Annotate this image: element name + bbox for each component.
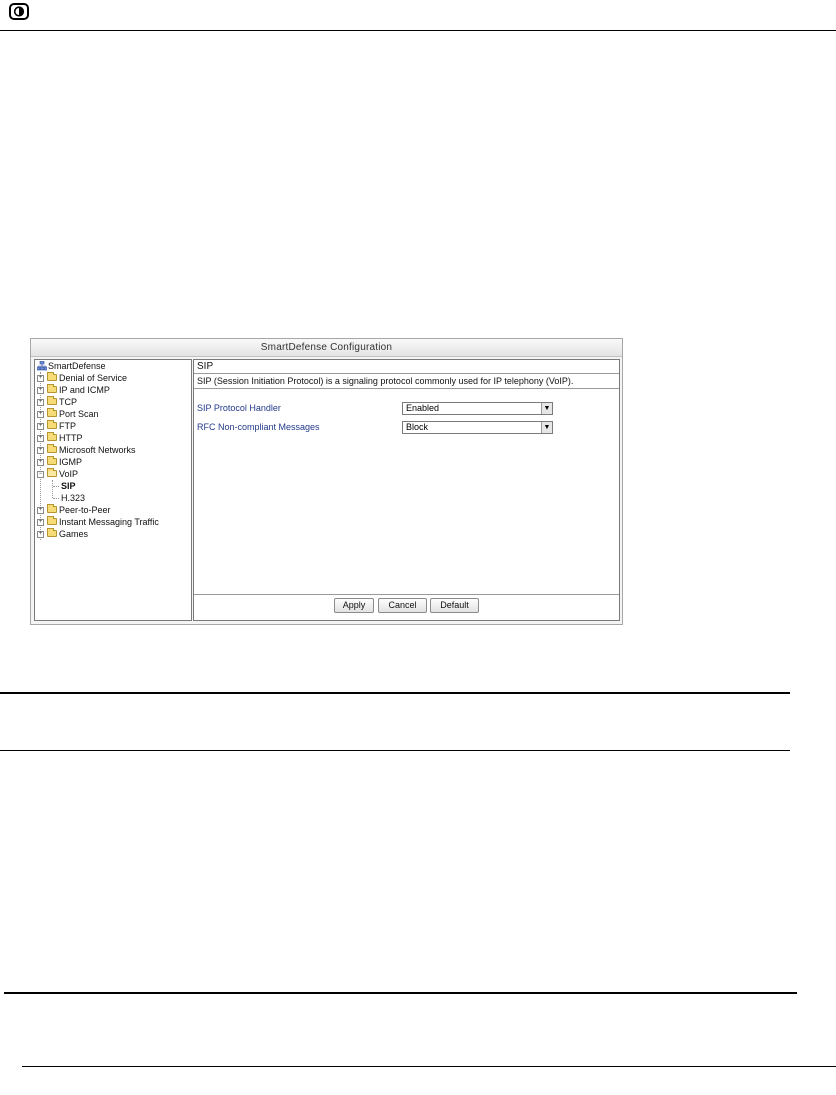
section-divider [4, 992, 797, 994]
tree-item-microsoft-networks[interactable]: + Microsoft Networks [35, 444, 191, 456]
rfc-noncompliant-select[interactable]: Block ▼ [402, 421, 553, 434]
folder-icon [47, 504, 57, 513]
default-button[interactable]: Default [430, 598, 479, 613]
select-value: Enabled [406, 403, 440, 413]
sip-protocol-handler-label: SIP Protocol Handler [197, 403, 281, 413]
tree-item-igmp[interactable]: + IGMP [35, 456, 191, 468]
tree-item-label: H.323 [61, 493, 86, 503]
apply-button[interactable]: Apply [334, 598, 374, 613]
tree-item-h323[interactable]: H.323 [35, 492, 191, 504]
tree-item-label: Microsoft Networks [59, 445, 136, 455]
tree-item-label: Port Scan [59, 409, 99, 419]
tree-item-sip[interactable]: SIP [35, 480, 191, 492]
tree-root-label: SmartDefense [48, 361, 106, 371]
rfc-noncompliant-label: RFC Non-compliant Messages [197, 422, 320, 432]
tree-item-games[interactable]: + Games [35, 528, 191, 540]
folder-icon [47, 528, 57, 537]
tree-item-ftp[interactable]: + FTP [35, 420, 191, 432]
expand-plus-icon[interactable]: + [37, 387, 44, 394]
tree-root[interactable]: SmartDefense [35, 360, 191, 372]
settings-panel: SIP SIP (Session Initiation Protocol) is… [193, 359, 620, 621]
expand-plus-icon[interactable]: + [37, 519, 44, 526]
tree-item-label: VoIP [59, 469, 79, 479]
tree-item-label: HTTP [59, 433, 83, 443]
tree-item-instant-messaging[interactable]: + Instant Messaging Traffic [35, 516, 191, 528]
panel-title: SIP [194, 360, 619, 374]
tree-item-label: Denial of Service [59, 373, 128, 383]
expand-plus-icon[interactable]: + [37, 435, 44, 442]
tree-item-peer-to-peer[interactable]: + Peer-to-Peer [35, 504, 191, 516]
tree-item-label: Instant Messaging Traffic [59, 517, 159, 527]
network-root-icon [37, 361, 47, 371]
tree-item-http[interactable]: + HTTP [35, 432, 191, 444]
tree-item-port-scan[interactable]: + Port Scan [35, 408, 191, 420]
dropdown-arrow-icon[interactable]: ▼ [541, 403, 552, 414]
expand-plus-icon[interactable]: + [37, 375, 44, 382]
tree-item-label: Peer-to-Peer [59, 505, 111, 515]
circle-logo-icon [13, 6, 25, 17]
window-title: SmartDefense Configuration [31, 339, 622, 357]
folder-icon [47, 432, 57, 441]
tree-item-label: IGMP [59, 457, 83, 467]
button-bar: Apply Cancel Default [194, 594, 619, 622]
tree-item-label: Games [59, 529, 89, 539]
open-folder-icon [47, 468, 57, 477]
collapse-minus-icon[interactable]: − [37, 471, 44, 478]
cancel-button[interactable]: Cancel [378, 598, 427, 613]
dropdown-arrow-icon[interactable]: ▼ [541, 422, 552, 433]
tree-item-label: TCP [59, 397, 77, 407]
expand-plus-icon[interactable]: + [37, 531, 44, 538]
tree-item-label: FTP [59, 421, 76, 431]
tree-item-label: IP and ICMP [59, 385, 110, 395]
expand-plus-icon[interactable]: + [37, 423, 44, 430]
folder-icon [47, 372, 57, 381]
folder-icon [47, 516, 57, 525]
expand-plus-icon[interactable]: + [37, 399, 44, 406]
folder-icon [47, 420, 57, 429]
tree-item-ip-and-icmp[interactable]: + IP and ICMP [35, 384, 191, 396]
header-divider [0, 30, 836, 31]
panel-description: SIP (Session Initiation Protocol) is a s… [194, 374, 619, 389]
expand-plus-icon[interactable]: + [37, 411, 44, 418]
folder-icon [47, 444, 57, 453]
select-value: Block [406, 422, 429, 432]
tree-item-denial-of-service[interactable]: + Denial of Service [35, 372, 191, 384]
expand-plus-icon[interactable]: + [37, 459, 44, 466]
logo-icon [9, 3, 29, 20]
tree-item-voip[interactable]: − VoIP [35, 468, 191, 480]
expand-plus-icon[interactable]: + [37, 507, 44, 514]
folder-icon [47, 384, 57, 393]
folder-icon [47, 396, 57, 405]
tree-item-tcp[interactable]: + TCP [35, 396, 191, 408]
tree-panel[interactable]: SmartDefense + Denial of Service + IP an… [34, 359, 192, 621]
smartdefense-window: SmartDefense Configuration SmartDefense … [30, 338, 623, 625]
tree-item-label: SIP [61, 481, 76, 491]
sip-protocol-handler-select[interactable]: Enabled ▼ [402, 402, 553, 415]
folder-icon [47, 408, 57, 417]
folder-icon [47, 456, 57, 465]
expand-plus-icon[interactable]: + [37, 447, 44, 454]
footer-divider [22, 1066, 836, 1067]
section-divider [0, 750, 790, 751]
section-divider [0, 692, 790, 694]
